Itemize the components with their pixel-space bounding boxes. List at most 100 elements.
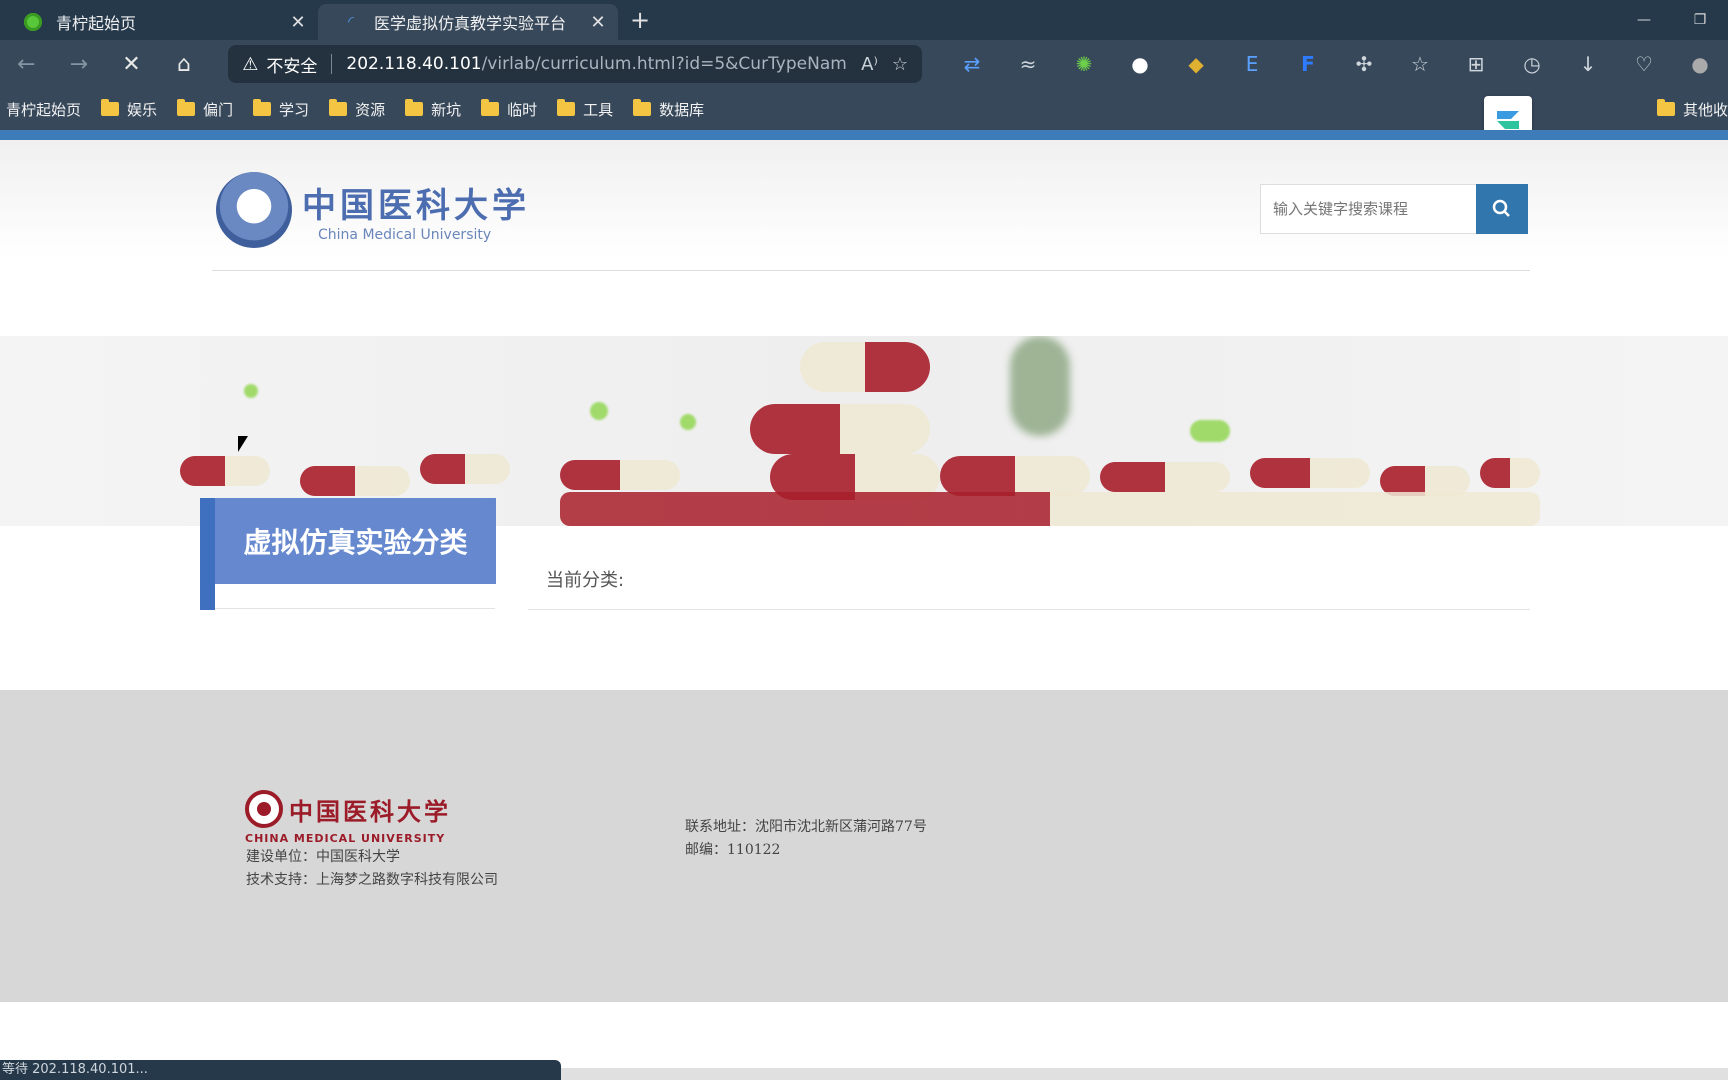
bookmark-folder[interactable]: 数据库 [633,99,704,120]
folder-icon [101,99,120,116]
bookmark-label: 娱乐 [127,100,158,119]
search-icon [1492,199,1510,217]
restore-icon[interactable]: ❐ [1672,12,1728,28]
tab-virlab[interactable]: ◜ 医学虚拟仿真教学实验平台 ✕ [318,4,618,40]
bookmark-item[interactable]: 青柠起始页 [6,99,81,120]
footer-builder: 建设单位：中国医科大学 [246,849,400,865]
home-icon[interactable]: ⌂ [158,40,211,88]
bookmark-folder[interactable]: 偏门 [177,99,233,120]
content-divider [528,609,1530,610]
bookmark-label: 工具 [583,100,614,119]
footer-support: 技术支持：上海梦之路数字科技有限公司 [246,872,498,888]
bookmark-folder[interactable]: 娱乐 [101,99,157,120]
folder-icon [253,99,272,116]
tab-title: 医学虚拟仿真教学实验平台 [374,14,567,33]
warning-icon: ⚠ [242,53,259,75]
puzzle-icon[interactable]: ✣ [1336,52,1392,76]
face-extension-icon[interactable]: ● [1112,52,1168,76]
page-top-bar [0,130,1728,140]
bookmark-label: 学习 [279,100,310,119]
history-icon[interactable]: ◷ [1504,52,1560,76]
tab-title: 青柠起始页 [56,14,137,33]
extensions-toolbar: ⇄ ≈ ✺ ● ◆ E F ✣ ☆ ⊞ ◷ ↓ ♡ ● [944,52,1728,76]
logo-en-text: China Medical University [318,226,492,243]
f-extension-icon[interactable]: F [1280,52,1336,76]
category-panel: 虚拟仿真实验分类 [200,498,496,610]
site-footer: 中国医科大学 CHINA MEDICAL UNIVERSITY 建设单位：中国医… [0,690,1728,1002]
ep-extension-icon[interactable]: E [1224,52,1280,76]
other-bookmarks[interactable]: 其他收 [1656,88,1728,130]
footer-emblem-icon [245,790,283,828]
insecure-label: 不安全 [266,56,318,77]
bookmark-label: 新坑 [431,100,462,119]
search-input[interactable] [1260,184,1476,234]
university-logo[interactable]: CM 中国医科大学 China Medical University [216,172,530,248]
bookmark-label: 临时 [507,100,538,119]
footer-logo-en: CHINA MEDICAL UNIVERSITY [245,832,446,845]
folder-icon [177,99,196,116]
bookmark-label: 青柠起始页 [6,100,82,119]
bookmark-label: 偏门 [203,100,234,119]
download-icon[interactable]: ↓ [1560,52,1616,76]
bookmark-folder[interactable]: 临时 [481,99,537,120]
bookmark-folder[interactable]: 资源 [329,99,385,120]
footer-zip: 邮编：110122 [685,842,781,858]
bookmarks-bar: 青柠起始页 娱乐 偏门 学习 资源 新坑 临时 工具 数据库 其他收 [0,88,1728,130]
course-search [1260,184,1528,234]
new-tab-button[interactable]: + [620,2,660,38]
category-divider [215,608,495,609]
logo-cn-text: 中国医科大学 [302,185,530,226]
footer-address: 联系地址：沈阳市沈北新区蒲河路77号 [685,819,927,835]
health-icon[interactable]: ♡ [1616,52,1672,76]
stop-icon[interactable]: ✕ [105,40,158,88]
divider [331,54,333,74]
tab-bar: 青柠起始页 ✕ ◜ 医学虚拟仿真教学实验平台 ✕ + — ❐ [0,0,1728,40]
back-icon[interactable]: ← [0,40,53,88]
bookmark-folder[interactable]: 新坑 [405,99,461,120]
footer-logo: 中国医科大学 [245,790,451,828]
header-divider [212,270,1530,271]
folder-icon [481,99,500,116]
bookmark-folder[interactable]: 工具 [557,99,613,120]
close-icon[interactable]: ✕ [588,12,608,33]
profile-icon[interactable]: ● [1672,52,1728,76]
collections-icon[interactable]: ⊞ [1448,52,1504,76]
favorite-add-icon[interactable]: ☆ [892,54,908,75]
tab-qingning[interactable]: 青柠起始页 ✕ [0,4,318,40]
bookmark-folder[interactable]: 学习 [253,99,309,120]
bookmark-label: 数据库 [659,100,705,119]
read-aloud-icon[interactable]: A⁾ [861,54,878,75]
folder-icon [405,99,424,116]
category-accent [200,498,215,610]
emblem-icon: CM [216,172,292,248]
window-controls: — ❐ [1616,0,1728,40]
url-host: 202.118.40.101 [346,54,482,74]
folder-icon [1656,99,1675,116]
loading-icon: ◜ [348,14,354,30]
mouse-cursor-icon [238,436,248,452]
folder-icon [329,99,348,116]
folder-icon [633,99,652,116]
footer-logo-cn: 中国医科大学 [289,796,451,826]
url-path: /virlab/curriculum.html?id=5&CurTypeNam.… [481,54,848,74]
bookmark-label: 其他收 [1682,100,1728,119]
folder-icon [557,99,576,116]
favorites-icon[interactable]: ☆ [1392,52,1448,76]
shield-extension-icon[interactable]: ◆ [1168,52,1224,76]
sync-icon[interactable]: ⇄ [944,52,1000,76]
minimize-icon[interactable]: — [1616,12,1672,28]
browser-status-bar: 等待 202.118.40.101... [0,1060,561,1080]
lime-extension-icon[interactable]: ✺ [1056,52,1112,76]
bookmark-label: 资源 [355,100,386,119]
address-bar: ← → ✕ ⌂ ⚠ 不安全 202.118.40.101 /virlab/cur… [0,40,1728,88]
current-category-label: 当前分类: [546,570,625,591]
url-field[interactable]: ⚠ 不安全 202.118.40.101 /virlab/curriculum.… [228,45,923,83]
bottom-strip [561,1068,1728,1080]
forward-icon[interactable]: → [53,40,106,88]
category-title: 虚拟仿真实验分类 [215,498,496,584]
search-button[interactable] [1476,184,1528,234]
translate-icon[interactable]: ≈ [1000,52,1056,76]
close-icon[interactable]: ✕ [288,12,308,33]
lime-icon [24,13,42,31]
site-header: CM 中国医科大学 China Medical University [0,140,1728,336]
